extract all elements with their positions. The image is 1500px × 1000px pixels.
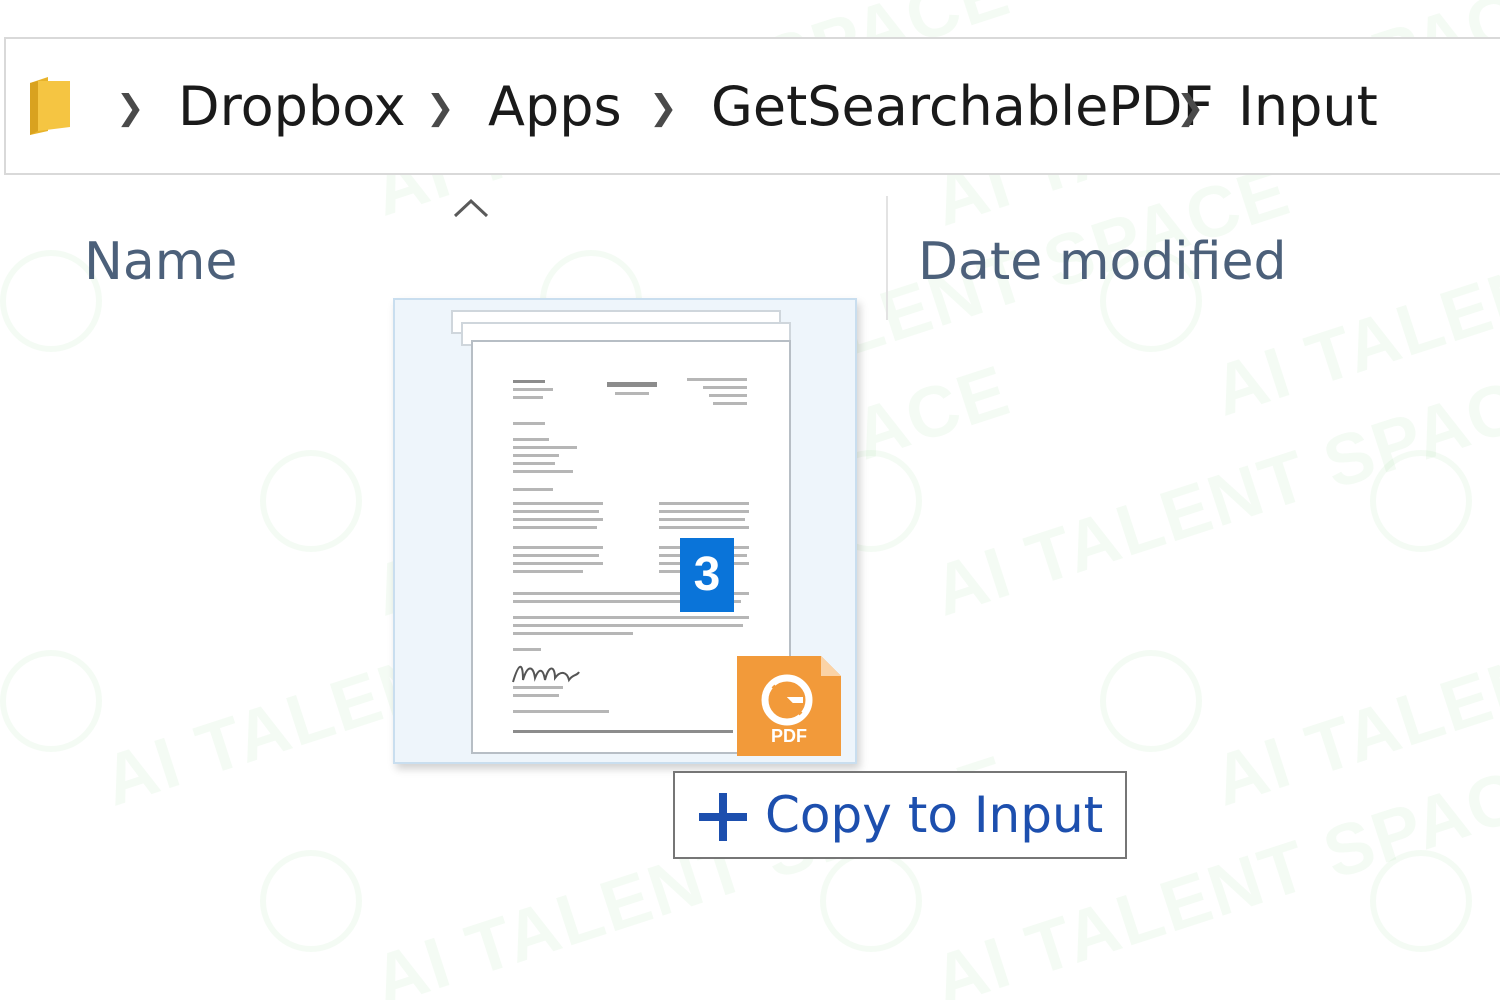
watermark-text: AI TALENT SPACE bbox=[1203, 540, 1500, 822]
watermark-logo bbox=[260, 850, 362, 952]
address-bar[interactable]: ❯ Dropbox ❯ Apps ❯ GetSearchablePDF ❯ In… bbox=[4, 37, 1500, 175]
signature-drawing bbox=[512, 665, 580, 683]
sort-ascending-icon[interactable] bbox=[452, 197, 490, 219]
breadcrumb-item-getsearchablepdf[interactable]: GetSearchablePDF bbox=[711, 75, 1214, 139]
folder-icon bbox=[26, 73, 74, 137]
pdf-label: PDF bbox=[771, 726, 807, 746]
chevron-right-icon[interactable]: ❯ bbox=[426, 91, 455, 125]
column-header-name[interactable]: Name bbox=[84, 232, 237, 292]
watermark-logo bbox=[1370, 450, 1472, 552]
watermark-logo bbox=[1100, 650, 1202, 752]
chevron-right-icon[interactable]: ❯ bbox=[1176, 91, 1205, 125]
pdf-file-icon: PDF bbox=[737, 656, 841, 756]
watermark-logo bbox=[260, 450, 362, 552]
chevron-right-icon[interactable]: ❯ bbox=[116, 91, 145, 125]
breadcrumb-item-dropbox[interactable]: Dropbox bbox=[178, 75, 406, 139]
item-count-badge: 3 bbox=[680, 538, 734, 612]
watermark-logo bbox=[820, 850, 922, 952]
watermark-logo bbox=[0, 650, 102, 752]
watermark-logo bbox=[1370, 850, 1472, 952]
plus-icon bbox=[697, 791, 749, 843]
drop-action-label: Copy to Input bbox=[765, 786, 1104, 844]
watermark-text: AI TALENT SPACE bbox=[923, 350, 1500, 632]
breadcrumb-item-apps[interactable]: Apps bbox=[488, 75, 622, 139]
drop-action-tooltip: Copy to Input bbox=[673, 771, 1127, 859]
breadcrumb-item-input[interactable]: Input bbox=[1238, 75, 1378, 139]
chevron-right-icon[interactable]: ❯ bbox=[649, 91, 678, 125]
drag-preview: 3 PDF bbox=[393, 298, 857, 764]
column-header-date-modified[interactable]: Date modified bbox=[918, 232, 1287, 292]
column-divider[interactable] bbox=[886, 196, 888, 320]
